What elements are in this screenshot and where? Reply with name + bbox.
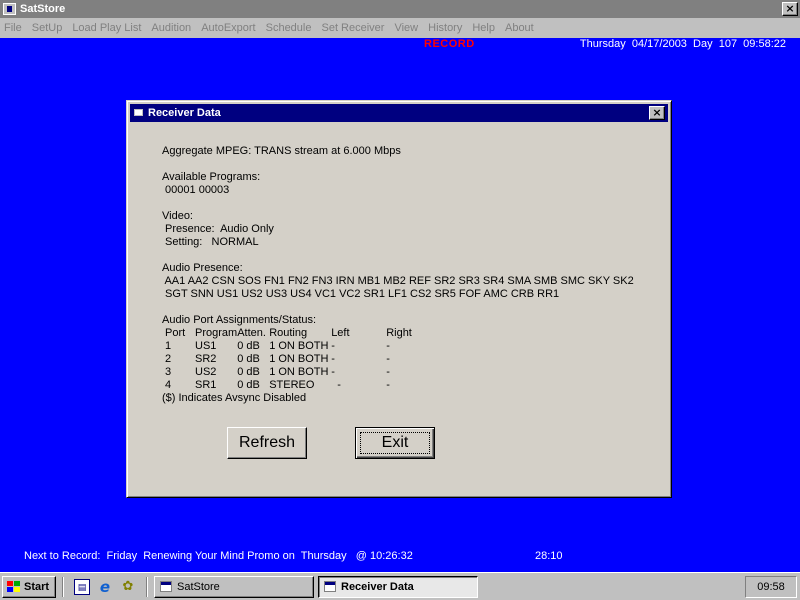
- available-programs-value: 00001 00003: [162, 184, 230, 196]
- avsync-note: ($) Indicates Avsync Disabled: [162, 392, 307, 404]
- col-routing: Routing: [269, 327, 308, 339]
- taskbar-item-label: SatStore: [177, 581, 220, 593]
- menu-file[interactable]: File: [0, 22, 27, 34]
- col-atten: Atten.: [237, 327, 266, 339]
- port-routing: STEREO: [269, 379, 315, 391]
- table-header-row: Port Program Atten. Routing Left Right: [165, 327, 446, 340]
- taskbar-clock[interactable]: 09:58: [757, 581, 785, 593]
- port-program: SR2: [195, 353, 217, 365]
- dialog-window-icon[interactable]: [134, 109, 143, 116]
- internet-explorer-icon[interactable]: e: [97, 579, 113, 595]
- port-routing: 1 ON BOTH: [269, 353, 329, 365]
- col-left: Left: [331, 327, 350, 339]
- port-left: -: [331, 353, 335, 365]
- col-port: Port: [165, 327, 186, 339]
- menu-help[interactable]: Help: [467, 22, 500, 34]
- video-label: Video:: [162, 210, 193, 222]
- taskbar-item-receiver-data[interactable]: Receiver Data: [318, 576, 478, 598]
- port-program: US2: [195, 366, 217, 378]
- satstore-app-icon[interactable]: [3, 3, 16, 15]
- port-number: 2: [165, 353, 172, 365]
- refresh-button-label: Refresh: [238, 434, 296, 451]
- window-icon: [324, 581, 336, 592]
- audio-presence-line-2: SGT SNN US1 US2 US3 US4 VC1 VC2 SR1 LF1 …: [162, 288, 560, 300]
- port-number: 3: [165, 366, 172, 378]
- port-atten: 0 dB: [237, 379, 260, 391]
- windows-logo-icon: [7, 581, 21, 593]
- menu-history[interactable]: History: [423, 22, 467, 34]
- port-routing: 1 ON BOTH: [269, 366, 329, 378]
- taskbar: Start ▤ e ✿ SatStore Receiver Data 09:58: [0, 572, 800, 600]
- available-programs-label: Available Programs:: [162, 171, 261, 183]
- receiver-info: Aggregate MPEG: TRANS stream at 6.000 Mb…: [162, 145, 634, 405]
- table-row: 1 US1 0 dB 1 ON BOTH - -: [165, 340, 446, 353]
- port-left: -: [331, 379, 341, 391]
- start-button[interactable]: Start: [2, 576, 56, 598]
- app-close-button[interactable]: ×: [782, 2, 798, 16]
- video-presence: Presence: Audio Only: [162, 223, 274, 235]
- menu-setup[interactable]: SetUp: [27, 22, 68, 34]
- show-desktop-icon[interactable]: ▤: [74, 579, 90, 595]
- menu-schedule[interactable]: Schedule: [261, 22, 317, 34]
- record-indicator: RECORD: [424, 38, 475, 50]
- menu-audition[interactable]: Audition: [146, 22, 196, 34]
- exit-button-label: Exit: [381, 434, 409, 451]
- menu-autoexport[interactable]: AutoExport: [196, 22, 260, 34]
- col-program: Program: [195, 327, 238, 339]
- start-label: Start: [24, 581, 50, 593]
- port-right: -: [386, 366, 390, 378]
- taskbar-item-satstore[interactable]: SatStore: [154, 576, 314, 598]
- window-icon: [160, 581, 172, 592]
- channel-bar-icon[interactable]: ✿: [120, 579, 136, 595]
- menu-view[interactable]: View: [389, 22, 423, 34]
- port-number: 4: [165, 379, 172, 391]
- audio-presence-line-1: AA1 AA2 CSN SOS FN1 FN2 FN3 IRN MB1 MB2 …: [162, 275, 634, 287]
- exit-button[interactable]: Exit: [355, 427, 435, 459]
- table-row: 3 US2 0 dB 1 ON BOTH - -: [165, 366, 446, 379]
- port-atten: 0 dB: [237, 366, 260, 378]
- current-datetime: Thursday 04/17/2003 Day 107 09:58:22: [579, 38, 786, 50]
- dialog-title-bar[interactable]: Receiver Data ×: [130, 104, 668, 122]
- port-routing: 1 ON BOTH: [269, 340, 329, 352]
- port-right: -: [386, 353, 390, 365]
- port-program: SR1: [195, 379, 217, 391]
- refresh-button[interactable]: Refresh: [227, 427, 307, 459]
- video-setting: Setting: NORMAL: [162, 236, 259, 248]
- dialog-title: Receiver Data: [148, 107, 221, 119]
- record-countdown: 28:10: [535, 550, 563, 562]
- port-program: US1: [195, 340, 217, 352]
- audio-presence-label: Audio Presence:: [162, 262, 243, 274]
- port-right: -: [386, 379, 390, 391]
- taskbar-separator: [62, 577, 64, 597]
- table-row: 4 SR1 0 dB STEREO - -: [165, 379, 446, 392]
- app-title-bar[interactable]: SatStore ×: [0, 0, 800, 18]
- dialog-close-button[interactable]: ×: [649, 106, 665, 120]
- port-number: 1: [165, 340, 172, 352]
- system-tray: 09:58: [745, 576, 797, 598]
- audio-ports-label: Audio Port Assignments/Status:: [162, 314, 317, 326]
- menu-bar: File SetUp Load Play List Audition AutoE…: [0, 18, 800, 38]
- aggregate-stream-text: Aggregate MPEG: TRANS stream at 6.000 Mb…: [162, 145, 401, 157]
- port-right: -: [386, 340, 390, 352]
- menu-about[interactable]: About: [500, 22, 539, 34]
- receiver-data-dialog: Receiver Data × Aggregate MPEG: TRANS st…: [126, 100, 672, 498]
- audio-port-table: Port Program Atten. Routing Left Right 1…: [165, 327, 446, 392]
- port-atten: 0 dB: [237, 340, 260, 352]
- next-to-record-status: Next to Record: Friday Renewing Your Min…: [24, 550, 413, 562]
- port-atten: 0 dB: [237, 353, 260, 365]
- col-right: Right: [386, 327, 412, 339]
- port-left: -: [331, 340, 335, 352]
- table-row: 2 SR2 0 dB 1 ON BOTH - -: [165, 353, 446, 366]
- taskbar-separator: [146, 577, 148, 597]
- port-left: -: [331, 366, 335, 378]
- taskbar-item-label: Receiver Data: [341, 581, 414, 593]
- menu-load-play-list[interactable]: Load Play List: [67, 22, 146, 34]
- menu-set-receiver[interactable]: Set Receiver: [316, 22, 389, 34]
